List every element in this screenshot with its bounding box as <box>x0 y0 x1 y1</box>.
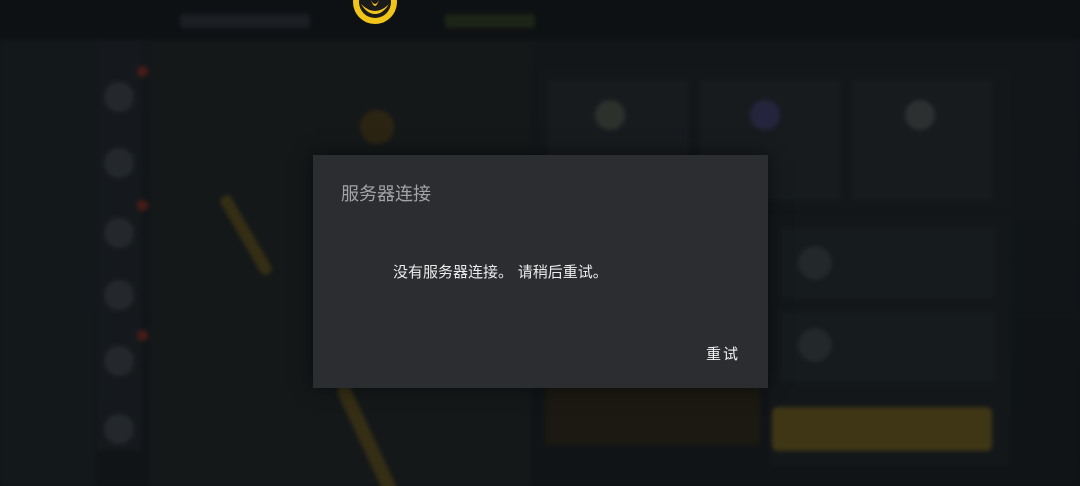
screen: 服务器连接 没有服务器连接。 请稍后重试。 重试 <box>0 0 1080 486</box>
dialog-title: 服务器连接 <box>341 184 431 205</box>
retry-button[interactable]: 重试 <box>700 341 746 366</box>
server-connection-dialog: 服务器连接 没有服务器连接。 请稍后重试。 重试 <box>313 155 768 388</box>
dialog-message: 没有服务器连接。 请稍后重试。 <box>393 263 608 281</box>
lotus-logo-icon <box>353 0 397 24</box>
